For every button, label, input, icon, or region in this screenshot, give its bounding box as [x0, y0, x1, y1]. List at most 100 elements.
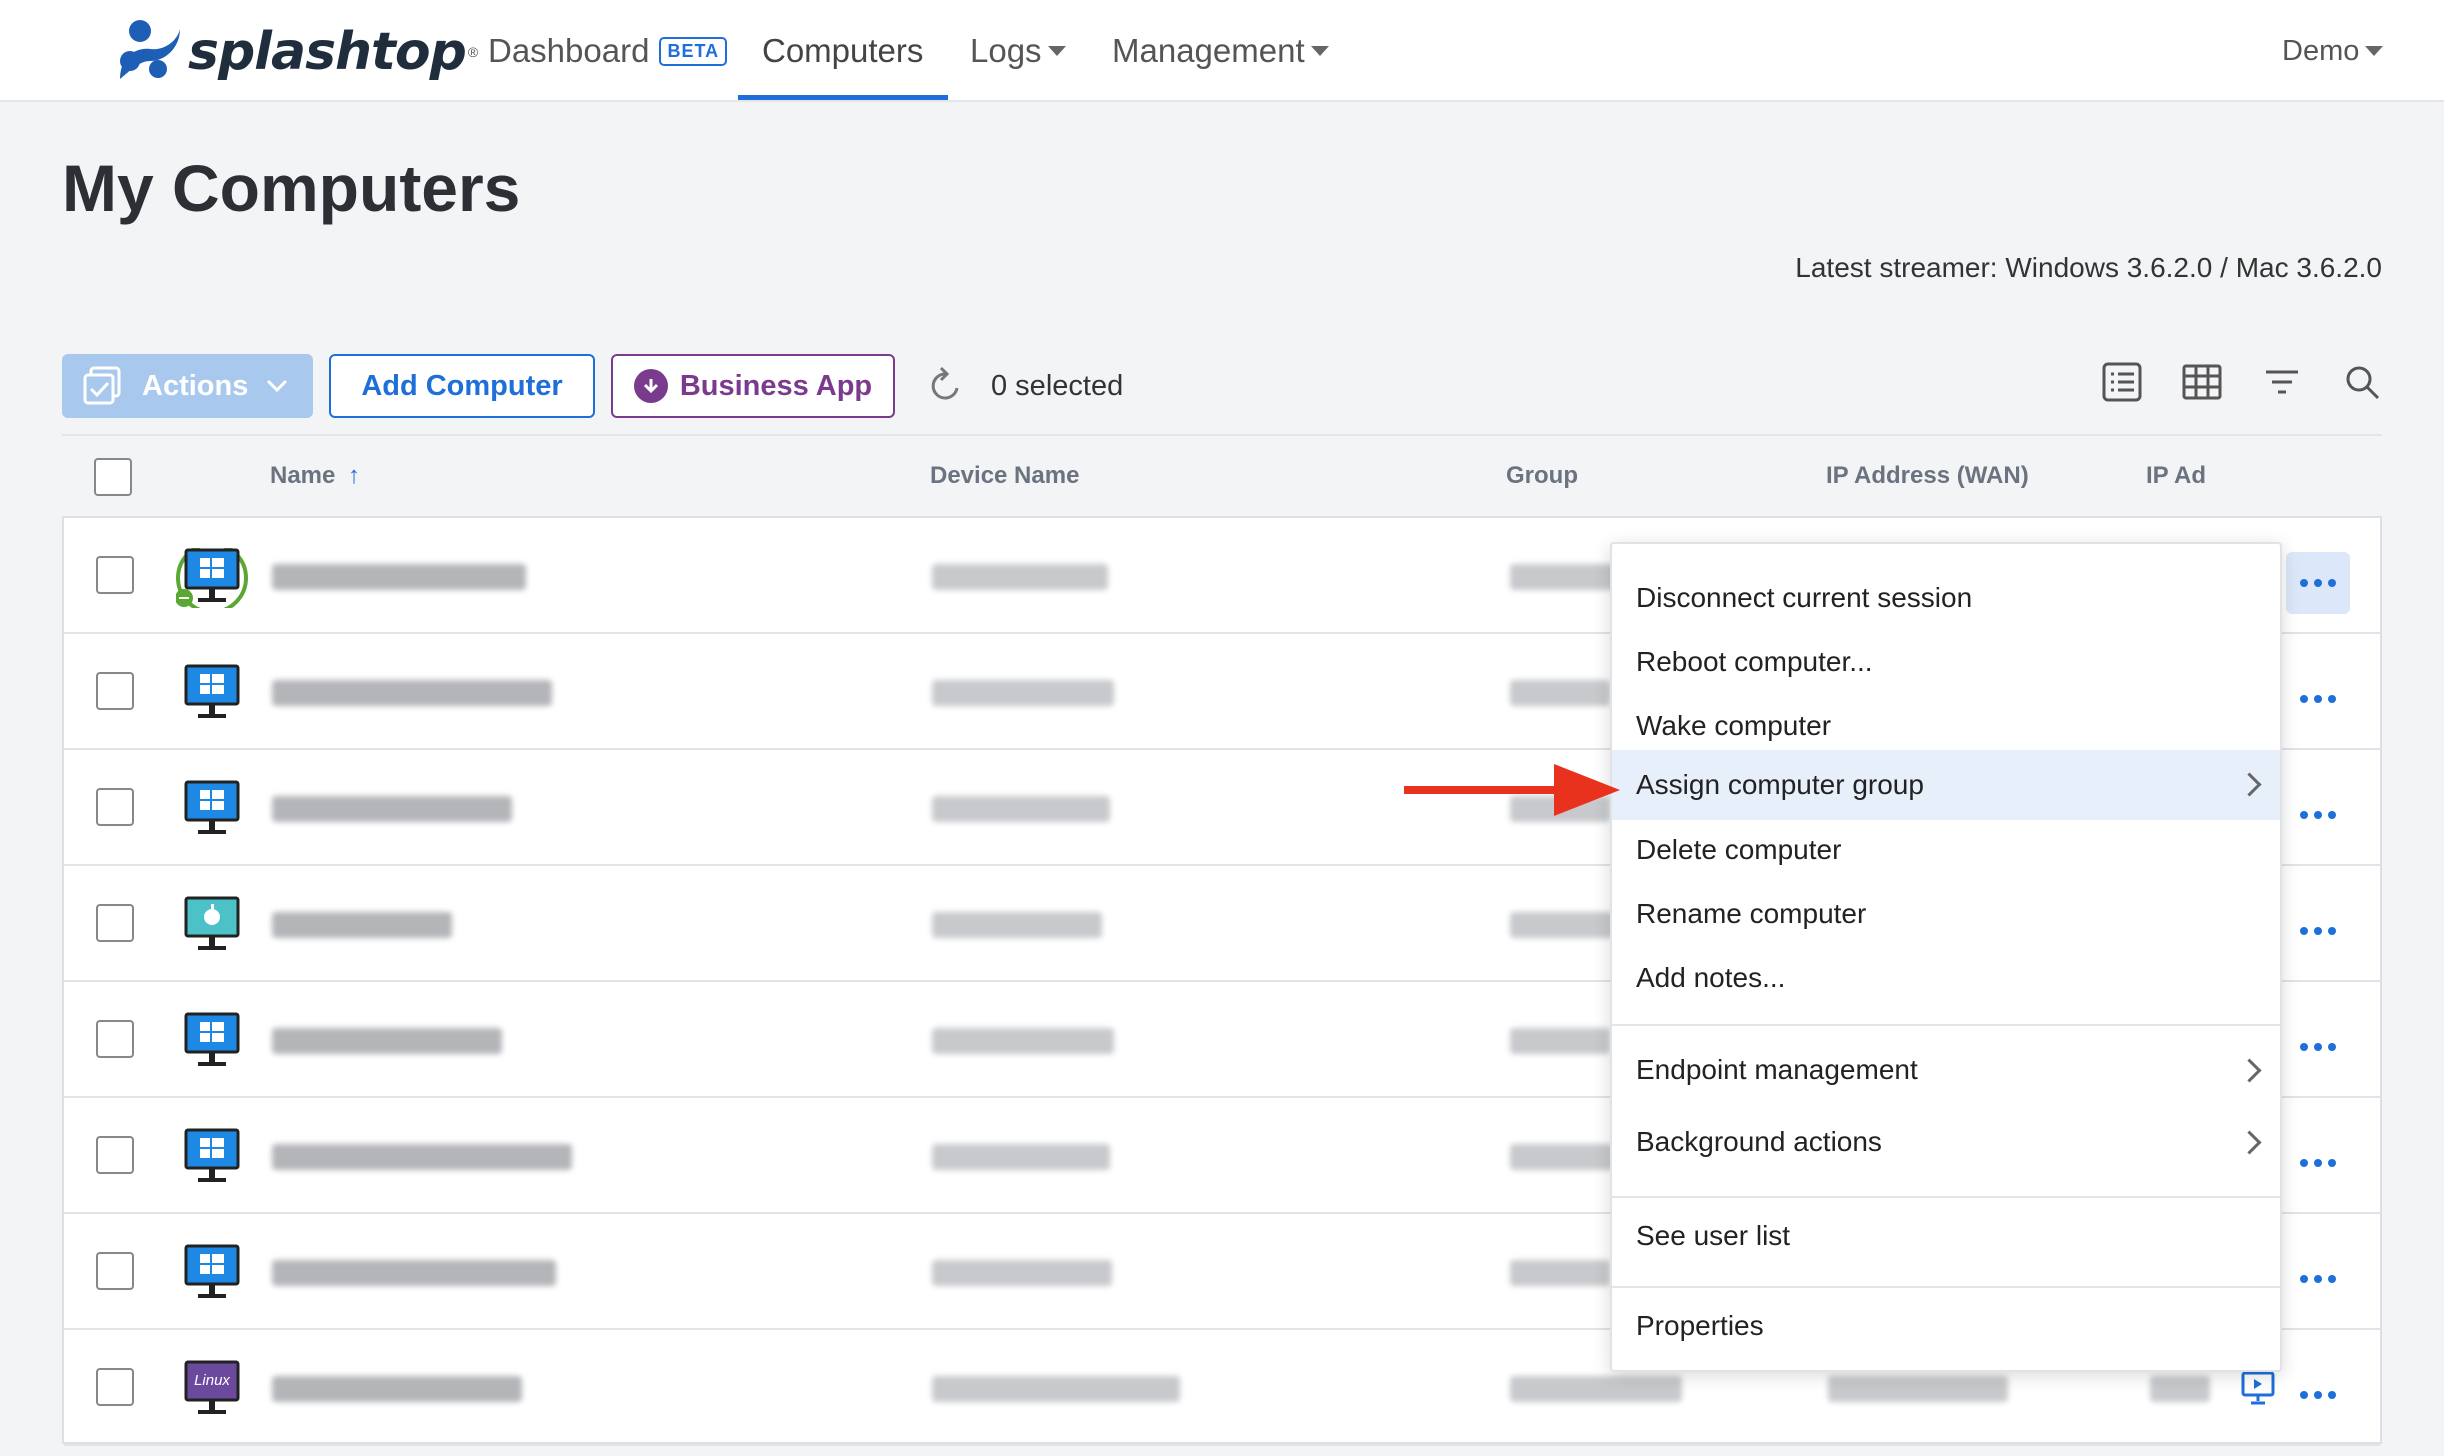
menu-item-reboot-computer[interactable]: Reboot computer... — [1612, 630, 2280, 694]
nav-logs[interactable]: Logs — [970, 0, 1066, 102]
row-more-options-button[interactable] — [2286, 1248, 2350, 1310]
menu-item-delete-computer[interactable]: Delete computer — [1612, 818, 2280, 882]
grid-view-icon[interactable] — [2182, 362, 2222, 402]
row-checkbox[interactable] — [96, 1252, 134, 1290]
column-header-name-label: Name — [270, 462, 336, 489]
menu-item-wake-computer[interactable]: Wake computer — [1612, 694, 2280, 758]
menu-item-assign-computer-group[interactable]: Assign computer group — [1612, 750, 2280, 820]
list-view-icon[interactable] — [2102, 362, 2142, 402]
nav-dashboard-label: Dashboard — [488, 32, 650, 69]
row-more-options-button[interactable] — [2286, 784, 2350, 846]
redacted-device-name — [932, 1028, 1114, 1054]
menu-divider — [1612, 1196, 2280, 1198]
row-checkbox[interactable] — [96, 672, 134, 710]
redacted-computer-name — [272, 1028, 502, 1054]
chevron-down-icon — [267, 379, 288, 393]
toolbar: Actions Add Computer Business App 0 sele… — [62, 354, 1123, 418]
menu-item-properties[interactable]: Properties — [1612, 1294, 2280, 1358]
menu-divider — [1612, 1286, 2280, 1288]
nav-management[interactable]: Management — [1112, 0, 1329, 102]
menu-item-endpoint-management[interactable]: Endpoint management — [1612, 1038, 2280, 1102]
redacted-group — [1510, 1376, 1682, 1402]
redacted-computer-name — [272, 796, 512, 822]
row-more-options-button[interactable] — [2286, 1016, 2350, 1078]
more-dot-icon — [2328, 927, 2336, 935]
download-icon — [633, 369, 668, 403]
more-dot-icon — [2314, 1391, 2322, 1399]
menu-item-rename-computer[interactable]: Rename computer — [1612, 882, 2280, 946]
business-app-button[interactable]: Business App — [611, 354, 895, 418]
more-dot-icon — [2300, 695, 2308, 703]
add-computer-button[interactable]: Add Computer — [329, 354, 595, 418]
user-menu[interactable]: Demo — [2282, 0, 2384, 102]
redacted-group — [1510, 564, 1616, 590]
redacted-computer-name — [272, 1260, 556, 1286]
windows-computer-icon — [176, 548, 248, 608]
menu-item-add-notes[interactable]: Add notes... — [1612, 946, 2280, 1010]
nav-computers[interactable]: Computers — [762, 0, 923, 102]
filter-icon[interactable] — [2262, 362, 2302, 402]
nav-computers-label: Computers — [762, 32, 924, 69]
more-dot-icon — [2314, 1043, 2322, 1051]
mac-computer-icon — [184, 896, 240, 950]
row-more-options-button[interactable] — [2286, 900, 2350, 962]
brand-name: splashtop — [188, 22, 467, 82]
row-more-options-button[interactable] — [2286, 1364, 2350, 1426]
row-more-options-button[interactable] — [2286, 552, 2350, 614]
more-dot-icon — [2328, 695, 2336, 703]
actions-button-label: Actions — [142, 369, 249, 402]
more-dot-icon — [2328, 1275, 2336, 1283]
redacted-computer-name — [272, 1376, 522, 1402]
redacted-group — [1510, 1144, 1614, 1170]
row-checkbox[interactable] — [96, 556, 134, 594]
business-app-label: Business App — [679, 369, 873, 402]
red-arrow-annotation — [1404, 764, 1620, 816]
column-header-group[interactable]: Group — [1506, 462, 1578, 490]
menu-item-label: Background actions — [1636, 1126, 1882, 1157]
menu-item-background-actions[interactable]: Background actions — [1612, 1110, 2280, 1174]
row-more-options-button[interactable] — [2286, 1132, 2350, 1194]
row-checkbox[interactable] — [96, 904, 134, 942]
redacted-group — [1510, 1260, 1610, 1286]
menu-item-label: Wake computer — [1636, 710, 1832, 741]
column-header-device-name[interactable]: Device Name — [930, 462, 1079, 490]
more-dot-icon — [2300, 1391, 2308, 1399]
more-dot-icon — [2314, 1159, 2322, 1167]
column-header-ip-lan[interactable]: IP Ad — [2146, 462, 2272, 490]
more-dot-icon — [2300, 1275, 2308, 1283]
search-icon[interactable] — [2342, 362, 2382, 402]
column-header-name[interactable]: Name ↑ — [270, 462, 360, 490]
nav-dashboard[interactable]: Dashboard BETA — [488, 0, 728, 102]
actions-button[interactable]: Actions — [62, 354, 313, 418]
table-header: Name ↑ Device Name Group IP Address (WAN… — [62, 434, 2382, 514]
splashtop-logo[interactable]: splashtop ® — [110, 12, 478, 92]
windows-computer-icon — [184, 780, 240, 834]
select-all-checkbox[interactable] — [94, 458, 132, 496]
redacted-computer-name — [272, 1144, 572, 1170]
menu-item-label: Rename computer — [1636, 898, 1867, 929]
more-dot-icon — [2328, 1159, 2336, 1167]
nav-management-label: Management — [1112, 32, 1305, 69]
more-dot-icon — [2300, 1043, 2308, 1051]
row-checkbox[interactable] — [96, 1020, 134, 1058]
row-checkbox[interactable] — [96, 1368, 134, 1406]
remote-connect-icon[interactable] — [2240, 1370, 2276, 1406]
view-controls — [2102, 362, 2382, 402]
row-checkbox[interactable] — [96, 788, 134, 826]
row-checkbox[interactable] — [96, 1136, 134, 1174]
menu-item-disconnect-session[interactable]: Disconnect current session — [1612, 566, 2280, 630]
refresh-icon[interactable] — [925, 366, 965, 406]
menu-item-label: Disconnect current session — [1636, 582, 1973, 613]
windows-computer-icon — [184, 1244, 240, 1298]
menu-item-see-user-list[interactable]: See user list — [1612, 1204, 2280, 1268]
menu-item-label: Delete computer — [1636, 834, 1842, 865]
more-dot-icon — [2328, 811, 2336, 819]
menu-item-label: See user list — [1636, 1220, 1791, 1251]
nav-logs-label: Logs — [970, 32, 1042, 69]
more-dot-icon — [2314, 579, 2322, 587]
selected-count: 0 selected — [991, 369, 1124, 402]
column-header-ip-wan[interactable]: IP Address (WAN) — [1826, 462, 2029, 490]
more-dot-icon — [2300, 811, 2308, 819]
more-dot-icon — [2314, 927, 2322, 935]
row-more-options-button[interactable] — [2286, 668, 2350, 730]
